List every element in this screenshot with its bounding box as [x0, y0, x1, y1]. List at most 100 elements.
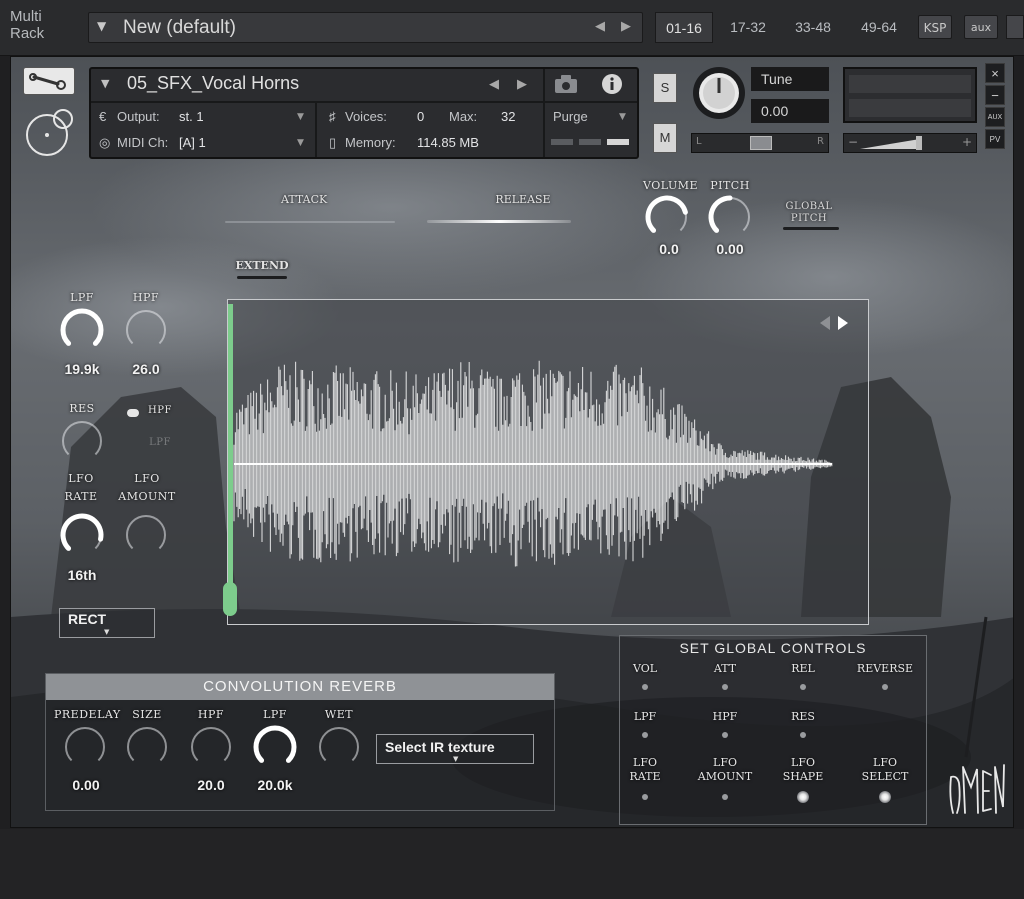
reverb-lpf-knob[interactable]: [252, 724, 298, 770]
waveform-nav-arrows[interactable]: [818, 314, 852, 332]
multi-rack-header: Multi Rack ▼ New (default) ◀ ▶ 01-16 17-…: [0, 0, 1024, 56]
level-meter-left: [849, 75, 971, 93]
global-hpf-toggle[interactable]: [722, 732, 728, 738]
global-rel-toggle[interactable]: [800, 684, 806, 690]
tab-01-16[interactable]: 01-16: [655, 12, 713, 43]
hpf-value: 26.0: [132, 361, 160, 377]
global-lfo-shape-label: LFO SHAPE: [776, 756, 830, 784]
global-att-toggle[interactable]: [722, 684, 728, 690]
tab-17-32[interactable]: 17-32: [720, 12, 776, 43]
tune-knob[interactable]: [691, 65, 747, 121]
level-meter-right: [849, 99, 971, 117]
attack-label[interactable]: ATTACK: [281, 193, 327, 206]
lfo-rate-knob[interactable]: [59, 512, 105, 558]
mute-button[interactable]: M: [653, 123, 677, 153]
global-pitch-button[interactable]: GLOBAL PITCH: [777, 201, 841, 225]
global-lfo-amount-toggle[interactable]: [722, 794, 728, 800]
global-reverse-label: REVERSE: [856, 662, 914, 675]
reverb-hpf-knob[interactable]: [188, 724, 234, 770]
purge-menu[interactable]: Purge: [553, 109, 588, 124]
attack-slider[interactable]: [225, 221, 395, 223]
global-reverse-toggle[interactable]: [882, 684, 888, 690]
rack-scroll-button[interactable]: [1006, 15, 1024, 39]
pitch-knob[interactable]: [707, 194, 753, 240]
next-preset-icon[interactable]: ▶: [621, 19, 631, 34]
release-label[interactable]: RELEASE: [495, 193, 551, 206]
midi-channel-label: MIDI Ch:: [117, 135, 169, 150]
info-icon[interactable]: [601, 73, 623, 95]
chevron-down-icon[interactable]: ▼: [453, 755, 458, 763]
global-lpf-toggle[interactable]: [642, 732, 648, 738]
global-lfo-shape-toggle[interactable]: [797, 791, 809, 803]
lfo-amount-label-line1: LFO: [134, 472, 160, 485]
global-lfo-amount-line1: LFO: [713, 756, 737, 769]
tune-value[interactable]: 0.00: [751, 99, 829, 123]
hpf-toggle-label[interactable]: HPF: [143, 405, 177, 416]
lfo-amount-knob[interactable]: [123, 512, 169, 558]
global-vol-toggle[interactable]: [642, 684, 648, 690]
global-pitch-label-line2: PITCH: [790, 213, 828, 224]
divider: [91, 101, 637, 103]
volume-knob[interactable]: [644, 194, 690, 240]
minimize-icon[interactable]: −: [985, 85, 1005, 105]
hpf-knob[interactable]: [123, 307, 169, 353]
midi-channel-value[interactable]: [A] 1: [179, 135, 206, 150]
global-lfo-rate-line2: RATE: [629, 770, 661, 783]
global-rel-label: REL: [791, 662, 815, 675]
playhead-handle[interactable]: [223, 582, 237, 616]
solo-button[interactable]: S: [653, 73, 677, 103]
release-slider[interactable]: [427, 220, 571, 223]
size-knob[interactable]: [124, 724, 170, 770]
lfo-shape-selector[interactable]: RECT ▼: [59, 608, 155, 638]
aux-button[interactable]: aux: [964, 15, 998, 39]
tab-49-64[interactable]: 49-64: [850, 12, 908, 43]
global-lfo-rate-toggle[interactable]: [642, 794, 648, 800]
tab-33-48[interactable]: 33-48: [784, 12, 842, 43]
extend-button[interactable]: EXTEND: [233, 259, 291, 272]
level-meter: [843, 67, 977, 123]
pan-slider-handle[interactable]: [750, 136, 772, 150]
omen-logo: [949, 764, 1005, 814]
volume-slider[interactable]: − +: [843, 133, 977, 153]
waveform-display[interactable]: [223, 299, 869, 625]
multi-preset-selector[interactable]: ▼ New (default) ◀ ▶: [88, 12, 643, 43]
aux-send-button[interactable]: AUX: [985, 107, 1005, 127]
playhead-marker[interactable]: [228, 304, 233, 590]
output-value[interactable]: st. 1: [179, 109, 204, 124]
max-voices-value[interactable]: 32: [501, 109, 515, 124]
lpf-value: 19.9k: [64, 361, 100, 377]
previous-instrument-icon[interactable]: ◀: [489, 77, 499, 92]
lpf-toggle-label[interactable]: LPF: [143, 437, 177, 448]
volume-slider-handle[interactable]: [916, 136, 922, 150]
global-att-label: ATT: [713, 662, 737, 675]
res-knob[interactable]: [59, 418, 105, 464]
memory-value: 114.85 MB: [417, 135, 479, 150]
lpf-knob[interactable]: [59, 307, 105, 353]
chevron-down-icon[interactable]: ▼: [104, 628, 109, 636]
global-lfo-shape-line1: LFO: [791, 756, 815, 769]
camera-icon[interactable]: [553, 73, 579, 95]
chevron-down-icon[interactable]: ▼: [297, 112, 304, 122]
wrench-icon[interactable]: [23, 67, 75, 95]
chevron-down-icon[interactable]: ▼: [97, 19, 106, 33]
pan-slider[interactable]: L R: [691, 133, 829, 153]
close-icon[interactable]: ×: [985, 63, 1005, 83]
chevron-down-icon[interactable]: ▼: [619, 112, 626, 122]
instrument-name[interactable]: 05_SFX_Vocal Horns: [127, 73, 299, 94]
predelay-knob[interactable]: [62, 724, 108, 770]
next-instrument-icon[interactable]: ▶: [517, 77, 527, 92]
set-global-controls-title: SET GLOBAL CONTROLS: [679, 640, 867, 656]
wet-knob[interactable]: [316, 724, 362, 770]
pv-button[interactable]: PV: [985, 129, 1005, 149]
reverb-lpf-label: LPF: [263, 708, 287, 721]
hpf-toggle-led[interactable]: [127, 409, 139, 417]
global-lfo-select-toggle[interactable]: [879, 791, 891, 803]
pitch-value: 0.00: [716, 241, 744, 257]
chevron-down-icon[interactable]: ▼: [297, 138, 304, 148]
previous-preset-icon[interactable]: ◀: [595, 19, 605, 34]
ksp-button[interactable]: KSP: [918, 15, 952, 39]
chevron-down-icon[interactable]: ▼: [101, 77, 109, 90]
convolution-reverb-title: CONVOLUTION REVERB: [46, 674, 554, 700]
ir-texture-selector[interactable]: Select IR texture ▼: [376, 734, 534, 764]
global-res-toggle[interactable]: [800, 732, 806, 738]
